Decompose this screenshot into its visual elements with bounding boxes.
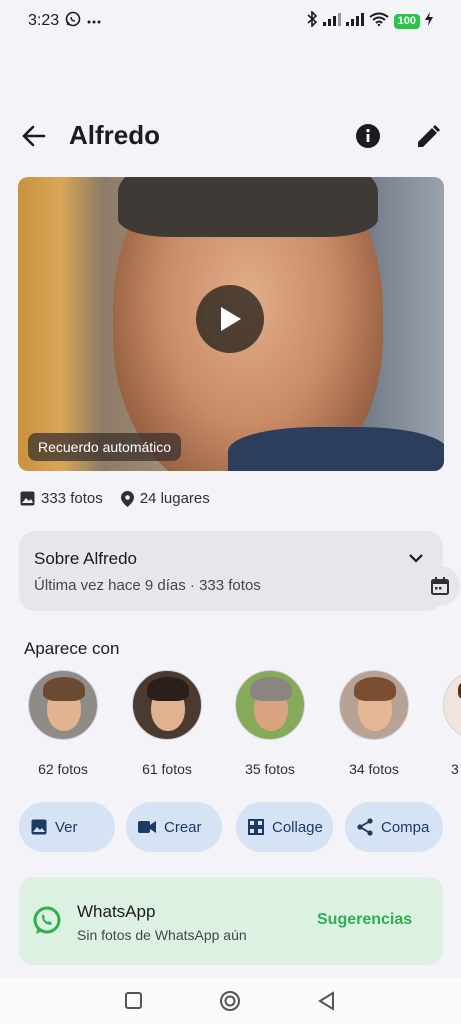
edit-button[interactable] — [414, 123, 442, 151]
person-photo-count: 61 fotos — [142, 761, 192, 777]
image-icon — [20, 491, 35, 506]
places-stat: 24 lugares — [120, 490, 210, 507]
home-button[interactable] — [219, 990, 241, 1012]
play-button[interactable] — [196, 285, 264, 353]
recents-button[interactable] — [123, 990, 145, 1012]
view-label: Ver — [55, 818, 78, 836]
about-subtitle: Última vez hace 9 días · 333 fotos — [34, 577, 261, 594]
whatsapp-icon — [31, 905, 63, 937]
square-icon — [125, 992, 142, 1009]
avatar — [132, 670, 202, 740]
person-photo-count: 3 — [451, 761, 459, 777]
play-icon — [221, 307, 241, 331]
status-time: 3:23 — [28, 12, 60, 29]
actions-row: Ver Crear Collage Compa — [0, 802, 461, 852]
person-photo-count: 35 fotos — [245, 761, 295, 777]
status-left: 3:23 — [28, 11, 101, 32]
app-bar: Alfredo — [0, 112, 461, 160]
whatsapp-title: WhatsApp — [77, 902, 156, 921]
back-nav-button[interactable] — [316, 990, 338, 1012]
circle-icon — [220, 991, 240, 1011]
wifi-icon — [369, 12, 389, 31]
places-count: 24 lugares — [139, 490, 210, 507]
charging-icon — [425, 11, 433, 31]
person-photo-count: 34 fotos — [349, 761, 399, 777]
battery-indicator: 100 — [393, 13, 420, 29]
collage-label: Collage — [272, 818, 323, 836]
more-notifications-icon — [87, 12, 101, 30]
portrait-hair — [118, 177, 378, 237]
avatar — [339, 670, 409, 740]
info-icon — [356, 124, 380, 148]
auto-memory-chip: Recuerdo automático — [28, 433, 182, 461]
arrow-back-icon — [22, 125, 46, 147]
avatar — [28, 670, 98, 740]
whatsapp-notification-icon — [65, 11, 81, 32]
avatar — [235, 670, 305, 740]
triangle-back-icon — [318, 991, 334, 1011]
person-item[interactable]: 34 fotos — [329, 670, 419, 777]
location-pin-icon — [120, 490, 134, 507]
person-item[interactable]: 3 — [433, 670, 461, 777]
video-camera-icon — [138, 821, 156, 833]
system-navigation-bar — [0, 978, 461, 1024]
calendar-icon — [431, 577, 449, 595]
about-title: Sobre Alfredo — [34, 549, 138, 568]
signal-icon — [322, 12, 341, 31]
appears-with-title: Aparece con — [24, 639, 120, 658]
portrait-shirt — [228, 427, 444, 471]
person-photo-count: 62 fotos — [38, 761, 88, 777]
back-button[interactable] — [20, 122, 48, 150]
photos-stat: 333 fotos — [20, 490, 103, 507]
avatar — [443, 670, 461, 740]
share-button[interactable]: Compa — [345, 802, 443, 852]
person-item[interactable]: 35 fotos — [225, 670, 315, 777]
status-bar: 3:23 100 — [0, 0, 461, 42]
stats-row: 333 fotos 24 lugares — [20, 490, 210, 507]
pencil-icon — [418, 124, 441, 147]
person-item[interactable]: 61 fotos — [122, 670, 212, 777]
collage-button[interactable]: Collage — [236, 802, 333, 852]
calendar-button[interactable] — [420, 566, 460, 606]
person-item[interactable]: 62 fotos — [18, 670, 108, 777]
share-label: Compa — [381, 818, 430, 836]
share-icon — [357, 818, 373, 836]
whatsapp-card: WhatsApp Sin fotos de WhatsApp aún Suger… — [19, 877, 443, 965]
view-button[interactable]: Ver — [19, 802, 115, 852]
grid-icon — [248, 819, 264, 835]
page-title: Alfredo — [69, 120, 160, 150]
memory-video-thumbnail[interactable]: Recuerdo automático — [18, 177, 444, 471]
chevron-down-icon[interactable] — [407, 549, 425, 567]
about-card[interactable]: Sobre Alfredo Última vez hace 9 días · 3… — [19, 531, 443, 611]
bluetooth-icon — [306, 9, 318, 32]
suggestions-button[interactable]: Sugerencias — [317, 911, 412, 929]
status-right: 100 — [306, 9, 433, 32]
photos-count: 333 fotos — [41, 490, 103, 507]
create-label: Crear — [164, 818, 202, 836]
create-button[interactable]: Crear — [126, 802, 222, 852]
whatsapp-subtitle: Sin fotos de WhatsApp aún — [77, 927, 247, 943]
info-button[interactable] — [355, 123, 381, 149]
image-icon — [31, 819, 47, 835]
signal-icon-2 — [345, 12, 364, 31]
